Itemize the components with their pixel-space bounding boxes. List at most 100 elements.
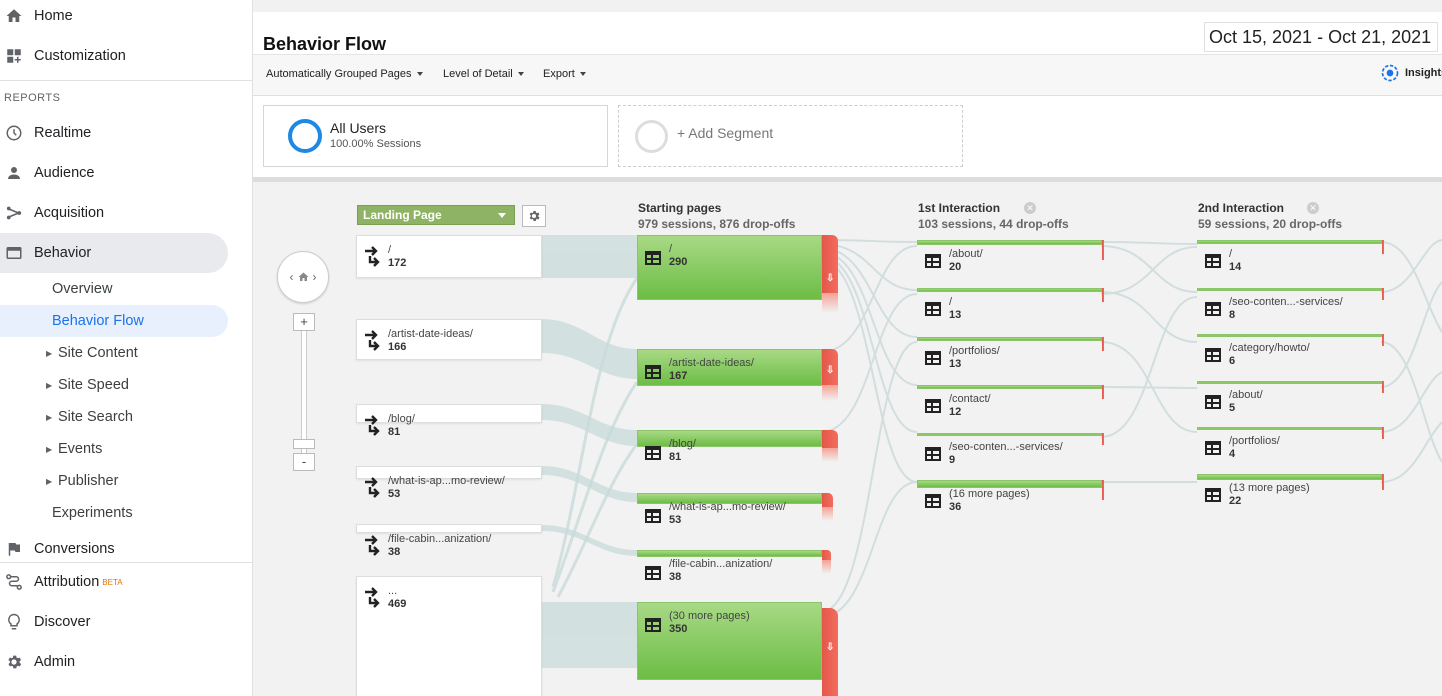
drop-off-bar (1102, 480, 1104, 500)
date-range-picker[interactable]: Oct 15, 2021 - Oct 21, 2021 (1204, 22, 1439, 52)
page-icon (645, 251, 661, 265)
dimension-label: Landing Page (363, 208, 442, 222)
insights-button[interactable]: Insights (1380, 63, 1442, 83)
drop-off-fade (822, 560, 831, 574)
behavior-icon (0, 244, 34, 262)
caret-down-icon (498, 213, 506, 218)
landing-node[interactable]: ... 469 (356, 576, 542, 696)
sidebar-item-behavior-flow[interactable]: Behavior Flow (0, 305, 228, 337)
entrance-arrow-icon (363, 414, 383, 441)
page-icon (925, 447, 941, 461)
node-label: / (669, 243, 673, 255)
sidebar-item-attribution[interactable]: Attribution BETA (0, 562, 228, 602)
zoom-slider-handle[interactable] (293, 439, 315, 449)
page-icon (645, 509, 661, 523)
landing-node-label: ... (388, 585, 398, 597)
landing-node-value: 81 (388, 426, 401, 438)
add-segment-button[interactable]: + Add Segment (618, 105, 963, 167)
node-bar (1197, 288, 1382, 291)
dashboard-icon (0, 47, 34, 65)
node-bar (917, 240, 1102, 245)
landing-node-label: /blog/ (388, 413, 415, 425)
zoom-in-button[interactable]: + (293, 313, 315, 331)
landing-node[interactable]: /what-is-ap...mo-review/ 53 (356, 466, 542, 500)
page-icon (1205, 302, 1221, 316)
node-label: /artist-date-ideas/ (669, 357, 754, 369)
sidebar-item-overview[interactable]: Overview (0, 273, 228, 305)
drop-off-bar (822, 493, 833, 507)
sidebar-item-label: Admin (34, 654, 76, 670)
grouped-pages-dropdown[interactable]: Automatically Grouped Pages (266, 68, 423, 80)
page-icon (925, 254, 941, 268)
landing-node[interactable]: /artist-date-ideas/ 166 (356, 319, 542, 360)
sidebar-item-home[interactable]: Home (0, 0, 228, 36)
remove-column-icon[interactable]: ✕ (1024, 202, 1036, 214)
behavior-flow-canvas[interactable]: ‹ › + - Landing Page Starting pages 979 … (253, 178, 1442, 696)
flow-line (1100, 241, 1198, 245)
remove-column-icon[interactable]: ✕ (1307, 202, 1319, 214)
landing-node[interactable]: / 172 (356, 235, 542, 278)
entrance-arrow-icon (363, 586, 383, 613)
page-title: Behavior Flow (263, 34, 387, 54)
page-icon (1205, 348, 1221, 362)
entrance-arrow-icon (363, 476, 383, 503)
sidebar-item-site-content[interactable]: ▶ Site Content (0, 337, 228, 369)
entrance-arrow-icon (363, 329, 383, 356)
sidebar-item-discover[interactable]: Discover (0, 602, 228, 642)
caret-down-icon (416, 72, 423, 77)
sidebar-item-realtime[interactable]: Realtime (0, 113, 228, 153)
sidebar-item-events[interactable]: ▶ Events (0, 433, 228, 465)
sidebar-item-label: Site Search (58, 409, 133, 425)
segment-all-users[interactable]: All Users 100.00% Sessions (263, 105, 608, 167)
page-icon (1205, 441, 1221, 455)
second-interaction-stats: 59 sessions, 20 drop-offs (1198, 217, 1343, 231)
node-label: (30 more pages) (669, 610, 750, 622)
node-label: /what-is-ap...mo-review/ (669, 501, 786, 513)
level-of-detail-dropdown[interactable]: Level of Detail (443, 68, 524, 80)
caret-right-icon: ▶ (46, 444, 53, 454)
node-bar (917, 385, 1102, 389)
sidebar-item-site-speed[interactable]: ▶ Site Speed (0, 369, 228, 401)
sidebar-item-customization[interactable]: Customization (0, 36, 228, 76)
flow-line (820, 481, 918, 618)
page-icon (645, 365, 661, 379)
date-range-label: Oct 15, 2021 - Oct 21, 2021 (1209, 26, 1432, 47)
page-icon (645, 618, 661, 632)
sidebar-item-site-search[interactable]: ▶ Site Search (0, 401, 228, 433)
segment-sessions: 100.00% Sessions (330, 138, 422, 150)
page-icon (925, 302, 941, 316)
landing-node-value: 38 (388, 546, 401, 558)
sidebar-item-label: Behavior (34, 245, 92, 261)
sidebar-item-label: Overview (52, 281, 113, 297)
landing-node[interactable]: /blog/ 81 (356, 404, 542, 438)
page-icon (1205, 395, 1221, 409)
node-value: 22 (1229, 495, 1242, 507)
node-bar (637, 550, 822, 557)
sidebar: Home Customization REPORTS Realtime Audi… (0, 0, 253, 696)
sidebar-item-audience[interactable]: Audience (0, 153, 228, 193)
node-bar (1197, 427, 1382, 430)
dimension-settings-button[interactable] (522, 205, 546, 227)
sidebar-item-admin[interactable]: Admin (0, 642, 228, 682)
sidebar-item-publisher[interactable]: ▶ Publisher (0, 465, 228, 497)
pan-control[interactable]: ‹ › (277, 251, 329, 303)
segment-ring-icon (635, 120, 668, 153)
sidebar-item-behavior[interactable]: Behavior (0, 233, 228, 273)
node-label: / (949, 296, 953, 308)
sidebar-item-label: Acquisition (34, 205, 105, 221)
drop-off-bar (1102, 240, 1104, 260)
acquisition-icon (0, 204, 34, 222)
entrance-arrow-icon (363, 534, 383, 561)
landing-node[interactable]: /file-cabin...anization/ 38 (356, 524, 542, 558)
sidebar-item-experiments[interactable]: Experiments (0, 497, 228, 529)
home-icon (0, 7, 34, 25)
export-dropdown[interactable]: Export (543, 68, 586, 80)
sidebar-item-acquisition[interactable]: Acquisition (0, 193, 228, 233)
dimension-dropdown[interactable]: Landing Page (357, 205, 515, 225)
drop-off-bar (1382, 427, 1384, 439)
entrance-arrow-icon (363, 245, 383, 272)
node-value: 14 (1229, 261, 1242, 273)
zoom-out-button[interactable]: - (293, 453, 315, 471)
drop-off-bar (1102, 385, 1104, 399)
segment-name: All Users (330, 120, 387, 136)
